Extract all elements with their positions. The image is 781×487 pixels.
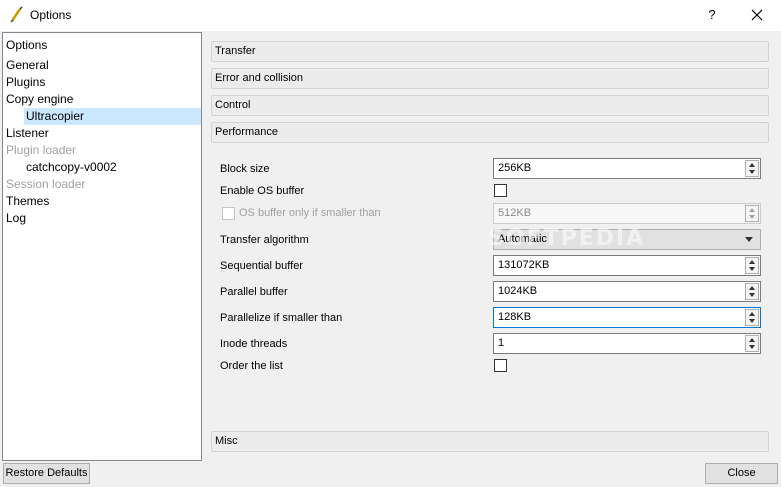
close-window-icon[interactable] xyxy=(744,4,770,26)
spin-down-icon xyxy=(749,345,755,349)
sequential-buffer-stepper[interactable] xyxy=(745,257,759,274)
parallelize-smaller-spinbox[interactable]: 128KB xyxy=(493,307,761,328)
os-buffer-smaller-checkbox xyxy=(222,207,235,220)
chevron-down-icon xyxy=(745,237,753,242)
parallel-buffer-label: Parallel buffer xyxy=(220,286,288,298)
sequential-buffer-spinbox[interactable]: 131072KB xyxy=(493,255,761,276)
tree-item-copy-engine[interactable]: Copy engine xyxy=(6,91,73,108)
block-size-spinbox[interactable]: 256KB xyxy=(493,158,761,179)
parallel-buffer-stepper[interactable] xyxy=(745,283,759,300)
parallel-buffer-value: 1024KB xyxy=(498,285,538,297)
tree-item-listener[interactable]: Listener xyxy=(6,125,49,142)
tree-item-general[interactable]: General xyxy=(6,57,49,74)
tree-item-log[interactable]: Log xyxy=(6,210,26,227)
window-title: Options xyxy=(30,8,72,22)
parallelize-smaller-stepper[interactable] xyxy=(745,309,759,326)
inode-threads-stepper[interactable] xyxy=(745,335,759,352)
ultracopier-app-icon xyxy=(10,6,23,23)
sequential-buffer-value: 131072KB xyxy=(498,259,550,271)
section-transfer[interactable]: Transfer xyxy=(211,41,769,62)
transfer-algorithm-label: Transfer algorithm xyxy=(220,234,309,246)
close-button[interactable]: Close xyxy=(705,463,778,484)
tree-item-themes[interactable]: Themes xyxy=(6,193,49,210)
spin-down-icon xyxy=(749,215,755,219)
inode-threads-value: 1 xyxy=(498,337,505,349)
inode-threads-spinbox[interactable]: 1 xyxy=(493,333,761,354)
tree-item-plugin-loader: Plugin loader xyxy=(6,143,77,157)
os-buffer-smaller-stepper xyxy=(745,205,759,222)
block-size-value: 256KB xyxy=(498,162,532,174)
spin-down-icon xyxy=(749,319,755,323)
enable-os-buffer-checkbox[interactable] xyxy=(494,184,507,197)
spin-up-icon xyxy=(749,338,755,342)
spin-up-icon xyxy=(749,312,755,316)
tree-item-plugins[interactable]: Plugins xyxy=(6,74,45,91)
parallelize-smaller-label: Parallelize if smaller than xyxy=(220,312,343,324)
transfer-algorithm-value: Automatic xyxy=(498,233,547,245)
transfer-algorithm-select[interactable]: Automatic xyxy=(493,229,761,250)
os-buffer-smaller-spinbox: 512KB xyxy=(493,203,761,224)
sequential-buffer-label: Sequential buffer xyxy=(220,260,303,272)
spin-up-icon xyxy=(749,286,755,290)
order-list-label: Order the list xyxy=(220,360,283,372)
section-misc[interactable]: Misc xyxy=(211,431,769,452)
spin-up-icon xyxy=(749,163,755,167)
os-buffer-smaller-label: OS buffer only if smaller than xyxy=(239,207,381,219)
spin-up-icon xyxy=(749,208,755,212)
parallel-buffer-spinbox[interactable]: 1024KB xyxy=(493,281,761,302)
block-size-stepper[interactable] xyxy=(745,160,759,177)
section-performance[interactable]: Performance xyxy=(211,122,769,143)
tree-item-session-loader: Session loader xyxy=(6,177,86,191)
block-size-label: Block size xyxy=(220,163,270,175)
enable-os-buffer-label: Enable OS buffer xyxy=(220,185,305,197)
section-error-collision[interactable]: Error and collision xyxy=(211,68,769,89)
order-list-checkbox[interactable] xyxy=(494,359,507,372)
restore-defaults-button[interactable]: Restore Defaults xyxy=(3,463,90,484)
parallelize-smaller-value: 128KB xyxy=(498,311,532,323)
tree-item-ultracopier[interactable]: Ultracopier xyxy=(24,108,201,125)
options-tree: Options General Plugins Copy engine Ultr… xyxy=(2,32,202,461)
spin-down-icon xyxy=(749,267,755,271)
inode-threads-label: Inode threads xyxy=(220,338,288,350)
title-bar: Options ? xyxy=(0,0,781,31)
spin-down-icon xyxy=(749,170,755,174)
help-button[interactable]: ? xyxy=(700,4,724,26)
spin-up-icon xyxy=(749,260,755,264)
os-buffer-smaller-value: 512KB xyxy=(498,207,532,219)
spin-down-icon xyxy=(749,293,755,297)
tree-item-options[interactable]: Options xyxy=(6,37,47,54)
section-control[interactable]: Control xyxy=(211,95,769,116)
tree-item-catchcopy[interactable]: catchcopy-v0002 xyxy=(26,159,117,176)
